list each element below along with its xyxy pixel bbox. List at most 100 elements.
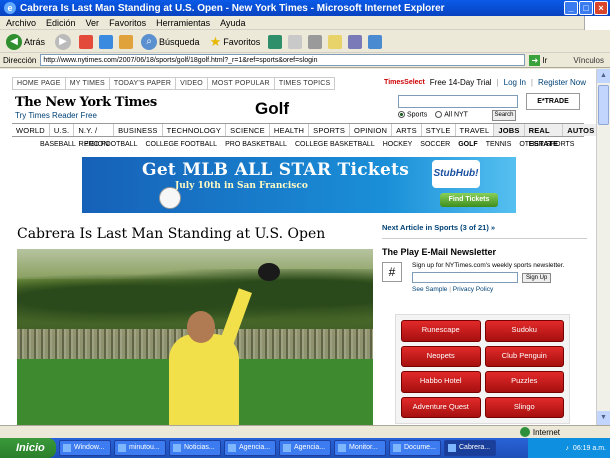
nyt-logo[interactable]: The New York Times (15, 95, 157, 110)
favorites-button[interactable]: ★ Favoritos (208, 33, 263, 51)
raised-cap (258, 263, 280, 281)
nav-business[interactable]: BUSINESS (114, 124, 163, 136)
stop-icon[interactable] (79, 34, 94, 49)
print-icon[interactable] (308, 34, 323, 49)
task-noticias[interactable]: Noticias... (169, 440, 221, 456)
task-agencia-2[interactable]: Agencia... (279, 440, 331, 456)
find-tickets-button[interactable]: Find Tickets (440, 193, 498, 207)
nav-autos[interactable]: AUTOS (563, 124, 596, 136)
scroll-thumb[interactable] (598, 85, 609, 125)
login-link[interactable]: Log In (504, 78, 526, 87)
privacy-policy-link[interactable]: Privacy Policy (453, 286, 493, 293)
vertical-scrollbar[interactable]: ▲ ▼ (596, 69, 610, 425)
task-agencia-1[interactable]: Agencia... (224, 440, 276, 456)
register-link[interactable]: Register Now (538, 78, 586, 87)
forward-button[interactable]: ▶ (53, 33, 73, 51)
see-sample-link[interactable]: See Sample (412, 286, 447, 293)
messenger-icon[interactable] (368, 34, 383, 49)
scroll-up-icon[interactable]: ▲ (597, 69, 610, 83)
minimize-button[interactable]: _ (564, 1, 578, 15)
search-button[interactable]: ⌕ Búsqueda (139, 33, 202, 51)
subnav-other-sports[interactable]: OTHER SPORTS (519, 141, 574, 148)
subnav-pro-basketball[interactable]: PRO BASKETBALL (225, 141, 287, 148)
subnav-college-football[interactable]: COLLEGE FOOTBALL (146, 141, 218, 148)
volume-icon[interactable]: ♪ (565, 445, 569, 452)
scope-all-nyt[interactable]: All NYT (435, 111, 468, 118)
links-toolbar[interactable]: Vínculos (573, 56, 604, 65)
subnav-hockey[interactable]: HOCKEY (383, 141, 413, 148)
folder-icon[interactable] (328, 34, 343, 49)
subnav-soccer[interactable]: SOCCER (420, 141, 450, 148)
mail-icon[interactable] (288, 34, 303, 49)
nav-arts[interactable]: ARTS (392, 124, 422, 136)
timesselect-logo[interactable]: TimesSelect (384, 79, 425, 86)
nav-science[interactable]: SCIENCE (226, 124, 270, 136)
research-icon[interactable] (348, 34, 363, 49)
game-adventure-quest[interactable]: Adventure Quest (401, 396, 481, 418)
stubhub-banner-ad[interactable]: Get MLB ALL STAR Tickets July 10th in Sa… (82, 157, 516, 213)
menu-favoritos[interactable]: Favoritos (109, 18, 146, 28)
newsletter-email-input[interactable] (412, 272, 518, 283)
nav-world[interactable]: WORLD (12, 124, 50, 136)
address-input[interactable]: http://www.nytimes.com/2007/06/18/sports… (40, 54, 526, 66)
nav-sports[interactable]: SPORTS (309, 124, 351, 136)
nav-health[interactable]: HEALTH (270, 124, 310, 136)
nav-opinion[interactable]: OPINION (350, 124, 393, 136)
game-slingo[interactable]: Slingo (484, 396, 564, 418)
nav-style[interactable]: STYLE (422, 124, 456, 136)
menu-ayuda[interactable]: Ayuda (220, 18, 245, 28)
game-habbo-hotel[interactable]: Habbo Hotel (401, 371, 481, 393)
next-article-link[interactable]: Next Article in Sports (3 of 21) » (382, 223, 587, 239)
game-neopets[interactable]: Neopets (401, 345, 481, 367)
nav-ny-region[interactable]: N.Y. / REGION (74, 124, 115, 148)
signup-button[interactable]: Sign Up (522, 272, 552, 283)
topnav-times-topics[interactable]: TIMES TOPICS (275, 78, 335, 89)
topnav-mytimes[interactable]: MY TIMES (66, 78, 110, 89)
trial-link[interactable]: Free 14-Day Trial (430, 78, 492, 87)
history-icon[interactable] (268, 34, 283, 49)
game-runescape[interactable]: Runescape (401, 320, 481, 342)
nav-real-estate[interactable]: REAL ESTATE (524, 124, 564, 148)
scope-sports[interactable]: Sports (398, 111, 427, 118)
nav-jobs[interactable]: JOBS (494, 124, 525, 136)
topnav-video[interactable]: VIDEO (176, 78, 208, 89)
start-button[interactable]: Inicio (0, 438, 56, 458)
game-puzzles[interactable]: Puzzles (484, 371, 564, 393)
radio-selected-icon (398, 111, 405, 118)
subnav-tennis[interactable]: TENNIS (486, 141, 512, 148)
go-button[interactable]: ➜ Ir (529, 54, 547, 66)
topnav-home[interactable]: HOME PAGE (13, 78, 66, 89)
maximize-button[interactable]: □ (579, 1, 593, 15)
menu-archivo[interactable]: Archivo (6, 18, 36, 28)
topnav-most-popular[interactable]: MOST POPULAR (208, 78, 275, 89)
nav-technology[interactable]: TECHNOLOGY (163, 124, 227, 136)
etrade-ad[interactable]: E*TRADE (526, 93, 580, 110)
menu-edicion[interactable]: Edición (46, 18, 76, 28)
game-club-penguin[interactable]: Club Penguin (484, 345, 564, 367)
game-sudoku[interactable]: Sudoku (484, 320, 564, 342)
clock[interactable]: 06:19 a.m. (573, 445, 606, 452)
home-icon[interactable] (119, 34, 134, 49)
topnav-todays-paper[interactable]: TODAY'S PAPER (110, 78, 177, 89)
scroll-down-icon[interactable]: ▼ (597, 411, 610, 425)
nav-travel[interactable]: TRAVEL (456, 124, 495, 136)
search-submit-button[interactable]: Search (492, 110, 516, 121)
menu-ver[interactable]: Ver (86, 18, 100, 28)
article-photo[interactable] (17, 249, 373, 425)
task-minutou[interactable]: minutou... (114, 440, 166, 456)
times-reader-link[interactable]: Try Times Reader Free (15, 111, 97, 120)
task-monitor[interactable]: Monitor... (334, 440, 386, 456)
subnav-baseball[interactable]: BASEBALL (40, 141, 76, 148)
menu-herramientas[interactable]: Herramientas (156, 18, 210, 28)
subnav-golf[interactable]: GOLF (458, 141, 477, 148)
refresh-icon[interactable] (99, 34, 114, 49)
back-button[interactable]: ◀ Atrás (4, 33, 47, 51)
subnav-college-basketball[interactable]: COLLEGE BASKETBALL (295, 141, 375, 148)
subnav-pro-football[interactable]: PRO FOOTBALL (84, 141, 138, 148)
task-window[interactable]: Window... (59, 440, 111, 456)
nav-us[interactable]: U.S. (50, 124, 75, 136)
search-input[interactable] (398, 95, 518, 108)
task-documento[interactable]: Docume... (389, 440, 441, 456)
close-button[interactable]: × (594, 1, 608, 15)
task-cabrera[interactable]: Cabrera... (444, 440, 496, 456)
